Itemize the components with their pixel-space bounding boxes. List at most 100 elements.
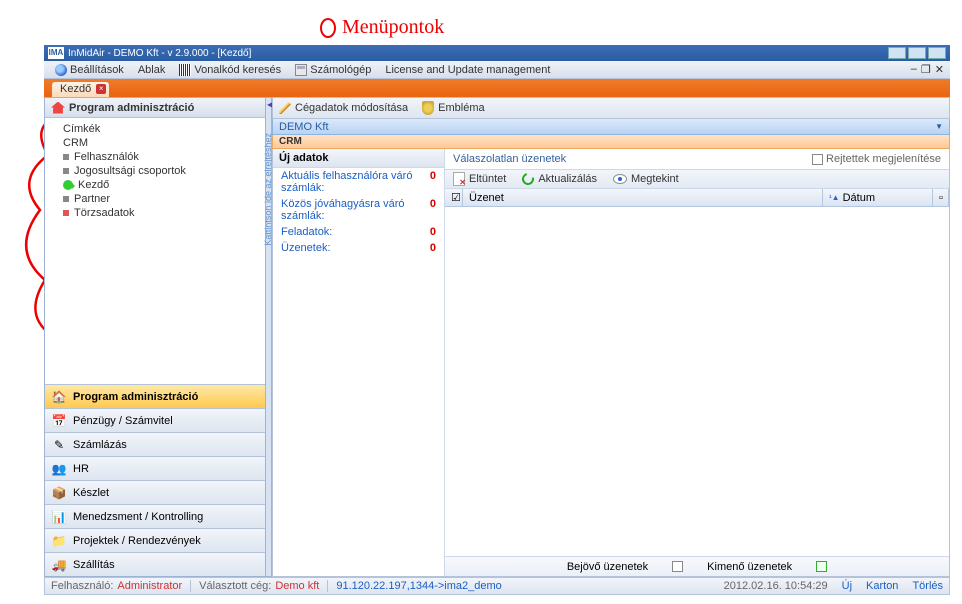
checkbox-label: Rejtettek megjelenítése [826, 153, 941, 165]
close-button[interactable] [928, 47, 946, 59]
refresh-button[interactable]: Aktualizálás [522, 173, 597, 185]
messages-title-row: Válaszolatlan üzenetek Rejtettek megjele… [445, 149, 949, 169]
button-label: Eltüntet [469, 173, 506, 185]
module-list: 🏠Program adminisztráció 📅Pénzügy / Számv… [45, 384, 265, 576]
maximize-button[interactable] [908, 47, 926, 59]
nav-item-crm[interactable]: CRM [51, 136, 259, 150]
nav-label: Felhasználók [74, 151, 139, 163]
col-label: Dátum [843, 192, 875, 204]
grid-col-config[interactable]: ▫ [933, 189, 949, 206]
window-titlebar: IMA InMidAir - DEMO Kft - v 2.9.000 - [K… [44, 45, 950, 61]
status-link-card[interactable]: Karton [866, 580, 898, 592]
module-penzugy[interactable]: 📅Pénzügy / Számvitel [45, 408, 265, 432]
nav-item-jogosultsagi[interactable]: Jogosultsági csoportok [51, 164, 259, 178]
status-link-delete[interactable]: Törlés [912, 580, 943, 592]
barcode-icon [179, 64, 191, 76]
hide-button[interactable]: Eltüntet [453, 172, 506, 186]
pencil-icon [279, 102, 291, 114]
module-keszlet[interactable]: 📦Készlet [45, 480, 265, 504]
status-user-label: Felhasználó: [51, 580, 113, 592]
annotation-circle [320, 18, 336, 38]
newdata-row: Közös jóváhagyásra váró számlák:0 [273, 196, 444, 224]
newdata-row: Üzenetek:0 [273, 240, 444, 256]
newdata-link[interactable]: Üzenetek: [281, 242, 331, 254]
content-toolbar: Cégadatok módosítása Embléma [272, 97, 950, 119]
minimize-button[interactable] [888, 47, 906, 59]
newdata-link[interactable]: Aktuális felhasználóra váró számlák: [281, 170, 430, 194]
menu-window[interactable]: Ablak [133, 63, 171, 77]
module-menedzsment[interactable]: 📊Menedzsment / Kontrolling [45, 504, 265, 528]
module-szallitas[interactable]: 🚚Szállítás [45, 552, 265, 576]
main-row: Új adatok Aktuális felhasználóra váró sz… [272, 149, 950, 577]
newdata-panel: Új adatok Aktuális felhasználóra váró sz… [273, 149, 445, 576]
chart-icon: 📊 [51, 509, 67, 525]
company-name: DEMO Kft [279, 121, 329, 133]
globe-icon [55, 64, 67, 76]
filter-in-checkbox[interactable] [672, 561, 683, 572]
nav-item-partner[interactable]: Partner [51, 192, 259, 206]
shield-icon [422, 101, 434, 115]
show-hidden-toggle[interactable]: Rejtettek megjelenítése [812, 153, 941, 165]
eye-icon [613, 174, 627, 184]
menu-license[interactable]: License and Update management [380, 63, 555, 77]
module-label: Pénzügy / Számvitel [73, 415, 173, 427]
module-label: Szállítás [73, 559, 115, 571]
nav-tree: Címkék CRM Felhasználók Jogosultsági cso… [45, 118, 265, 224]
menu-label: License and Update management [385, 64, 550, 76]
messages-filter-bar: Bejövő üzenetek Kimenő üzenetek [445, 556, 949, 576]
module-label: Számlázás [73, 439, 127, 451]
edit-company-button[interactable]: Cégadatok módosítása [279, 102, 408, 114]
module-hr[interactable]: 👥HR [45, 456, 265, 480]
menu-barcode[interactable]: Vonalkód keresés [174, 63, 286, 77]
nav-item-cimkek[interactable]: Címkék [51, 122, 259, 136]
status-link-new[interactable]: Új [842, 580, 852, 592]
square-icon [63, 196, 69, 202]
sort-indicator: ¹▲ [829, 193, 840, 202]
nav-item-kezdo[interactable]: Kezdő [51, 178, 259, 192]
statusbar: Felhasználó: Administrator Választott cé… [44, 577, 950, 595]
tab-label: Kezdő [60, 83, 91, 95]
menu-label: Ablak [138, 64, 166, 76]
button-label: Megtekint [631, 173, 679, 185]
emblem-button[interactable]: Embléma [422, 101, 484, 115]
grid-col-message[interactable]: Üzenet [463, 189, 823, 206]
newdata-link[interactable]: Feladatok: [281, 226, 332, 238]
tab-close-icon[interactable]: × [96, 84, 106, 94]
tab-kezdo[interactable]: Kezdő × [52, 82, 109, 97]
nav-label: Címkék [63, 123, 100, 135]
filter-out-checkbox[interactable] [816, 561, 827, 572]
menu-settings[interactable]: Beállítások [50, 63, 129, 77]
messages-panel: Válaszolatlan üzenetek Rejtettek megjele… [445, 149, 949, 576]
menu-label: Vonalkód keresés [194, 64, 281, 76]
window-title: InMidAir - DEMO Kft - v 2.9.000 - [Kezdő… [68, 48, 888, 59]
nav-label: Jogosultsági csoportok [74, 165, 186, 177]
status-time: 2012.02.16. 10:54:29 [724, 580, 828, 592]
nav-item-felhasznalok[interactable]: Felhasználók [51, 150, 259, 164]
annotation-label: Menüpontok [342, 16, 444, 39]
newdata-link[interactable]: Közös jóváhagyásra váró számlák: [281, 198, 430, 222]
company-bar[interactable]: DEMO Kft ▼ [272, 119, 950, 135]
module-program-admin[interactable]: 🏠Program adminisztráció [45, 384, 265, 408]
nav-label: CRM [63, 137, 88, 149]
mdi-minimize[interactable]: – [911, 63, 917, 76]
menu-calculator[interactable]: Számológép [290, 63, 376, 77]
content-area: Cégadatok módosítása Embléma DEMO Kft ▼ … [272, 97, 950, 577]
pencil-icon: ✎ [51, 437, 67, 453]
grid-col-date[interactable]: ¹▲Dátum [823, 189, 933, 206]
module-projektek[interactable]: 📁Projektek / Rendezvények [45, 528, 265, 552]
square-icon [63, 154, 69, 160]
nav-item-torzsadatok[interactable]: Törzsadatok [51, 206, 259, 220]
mdi-close[interactable]: ✕ [935, 63, 944, 76]
menu-label: Számológép [310, 64, 371, 76]
module-szamlazas[interactable]: ✎ Számlázás [45, 432, 265, 456]
box-icon: 📦 [51, 485, 67, 501]
messages-title: Válaszolatlan üzenetek [453, 153, 566, 165]
tab-strip: Kezdő × [44, 79, 950, 97]
section-bar: CRM [272, 135, 950, 149]
nav-header: Program adminisztráció [45, 98, 265, 118]
mdi-restore[interactable]: ❐ [921, 63, 931, 76]
grid-body[interactable] [445, 207, 949, 556]
view-button[interactable]: Megtekint [613, 173, 679, 185]
grid-selector-col[interactable]: ☑ [445, 189, 463, 206]
play-icon [63, 180, 73, 190]
